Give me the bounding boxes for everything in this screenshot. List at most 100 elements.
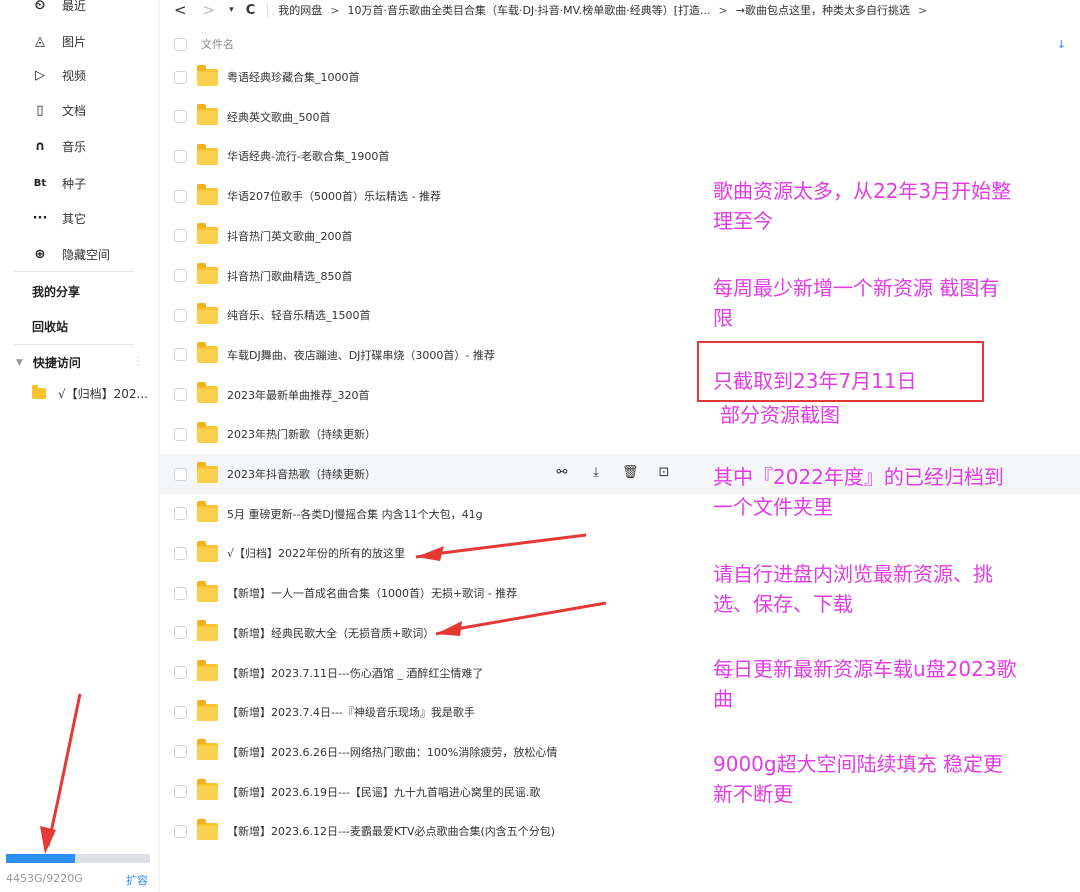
sidebar-divider <box>14 344 134 345</box>
sidebar-item-hidden-space[interactable]: ⊕ 隐藏空间 <box>0 236 160 272</box>
breadcrumb-separator: > <box>718 3 728 17</box>
folder-icon <box>197 461 218 483</box>
file-name[interactable]: 【新增】一人一首成名曲合集（1000首）无损+歌词 - 推荐 <box>227 585 517 601</box>
row-checkbox[interactable] <box>174 229 187 243</box>
file-row[interactable]: 粤语经典珍藏合集_1000首 <box>160 57 1080 97</box>
annotation-line: 每周最少新增一个新资源 截图有 限 <box>713 276 1000 330</box>
delete-icon[interactable]: 🗑 <box>622 465 639 481</box>
row-checkbox[interactable] <box>174 586 187 600</box>
sidebar-item-label: 其它 <box>62 211 87 226</box>
quick-access-menu-icon[interactable]: ⋮ <box>132 354 144 368</box>
file-name[interactable]: 粤语经典珍藏合集_1000首 <box>227 69 360 85</box>
file-row[interactable]: 华语经典-流行-老歌合集_1900首 <box>160 136 1080 176</box>
file-name[interactable]: 【新增】2023.7.11日---伤心酒馆 _ 酒醉红尘情难了 <box>227 665 483 681</box>
sidebar-divider <box>14 271 134 272</box>
row-checkbox[interactable] <box>174 70 187 84</box>
file-name[interactable]: 5月 重磅更新--各类DJ慢摇合集 内含11个大包，41g <box>227 506 483 522</box>
file-name[interactable]: 抖音热门歌曲精选_850首 <box>227 268 353 284</box>
breadcrumb-item-parent[interactable]: 10万首·音乐歌曲全类目合集（车载·DJ·抖音·MV.榜单歌曲·经典等）[打造.… <box>347 2 710 18</box>
folder-icon <box>197 620 218 642</box>
select-all-checkbox[interactable] <box>174 37 187 51</box>
row-checkbox[interactable] <box>174 546 187 560</box>
history-dropdown-icon[interactable]: ▾ <box>229 5 234 15</box>
file-name[interactable]: 华语经典-流行-老歌合集_1900首 <box>227 148 389 164</box>
file-name[interactable]: √【归档】2022年份的所有的放这里 <box>227 545 405 561</box>
quick-access-item-label: √【归档】202... <box>58 387 148 401</box>
sidebar-item-recycle-bin[interactable]: 回收站 <box>32 318 68 335</box>
row-checkbox[interactable] <box>174 388 187 402</box>
file-name[interactable]: 【新增】2023.6.26日---网络热门歌曲：100%消除疲劳，放松心情 <box>227 744 557 760</box>
file-list-header: 文件名 ↓ <box>160 31 1080 57</box>
sidebar-item-label: 隐藏空间 <box>62 247 111 262</box>
file-name[interactable]: 【新增】经典民歌大全（无损音质+歌词） <box>227 625 434 641</box>
row-checkbox[interactable] <box>174 467 187 481</box>
file-row[interactable]: 【新增】2023.6.12日---麦霸最爱KTV必点歌曲合集(内含五个分包) <box>160 811 1080 851</box>
expand-storage-link[interactable]: 扩容 <box>126 872 148 888</box>
sidebar-item-recent[interactable]: ⏲ 最近 <box>0 0 160 23</box>
folder-icon <box>197 779 218 801</box>
row-actions: ⚯ ⤓ 🗑 ⊡ <box>554 465 672 481</box>
sidebar-item-documents[interactable]: ▯ 文档 <box>0 92 160 128</box>
row-checkbox[interactable] <box>174 348 187 362</box>
file-name[interactable]: 2023年抖音热歌（持续更新） <box>227 466 376 482</box>
breadcrumb-item-root[interactable]: 我的网盘 <box>278 2 322 18</box>
forward-button[interactable]: > <box>203 1 216 19</box>
sort-icon[interactable]: ↓ <box>1057 38 1066 51</box>
row-checkbox[interactable] <box>174 626 187 640</box>
file-name[interactable]: 2023年热门新歌（持续更新） <box>227 426 376 442</box>
more-icon: ··· <box>32 210 48 226</box>
sidebar-item-other[interactable]: ··· 其它 <box>0 200 160 236</box>
row-checkbox[interactable] <box>174 427 187 441</box>
annotation-text: 9000g超大空间陆续填充 稳定更 新不断更 <box>713 749 1073 809</box>
nav-divider <box>267 3 269 17</box>
sidebar-item-music[interactable]: ∩ 音乐 <box>0 128 160 164</box>
folder-icon <box>197 104 218 126</box>
row-checkbox[interactable] <box>174 149 187 163</box>
file-name[interactable]: 【新增】2023.7.4日---『神级音乐现场』我是歌手 <box>227 704 475 720</box>
storage-usage-fill <box>6 854 76 863</box>
file-name[interactable]: 纯音乐、轻音乐精选_1500首 <box>227 307 371 323</box>
row-checkbox[interactable] <box>174 705 187 719</box>
folder-icon <box>197 501 218 523</box>
download-icon[interactable]: ⤓ <box>588 465 604 481</box>
file-name[interactable]: 经典英文歌曲_500首 <box>227 109 331 125</box>
row-checkbox[interactable] <box>174 507 187 521</box>
quick-access-header[interactable]: ▼ 快捷访问 <box>16 354 81 371</box>
row-checkbox[interactable] <box>174 308 187 322</box>
row-checkbox[interactable] <box>174 269 187 282</box>
row-checkbox[interactable] <box>174 824 187 838</box>
sidebar-item-torrents[interactable]: Bt 种子 <box>0 165 160 201</box>
more-actions-icon[interactable]: ⊡ <box>656 465 672 481</box>
folder-icon <box>197 183 218 205</box>
folder-icon <box>197 64 218 86</box>
refresh-button[interactable]: C <box>246 3 256 18</box>
storage-usage-bar <box>6 854 150 863</box>
file-name[interactable]: 车载DJ舞曲、夜店蹦迪、DJ打碟串烧（3000首）- 推荐 <box>227 347 495 363</box>
sidebar-item-label: 视频 <box>62 68 87 83</box>
row-checkbox[interactable] <box>174 745 187 759</box>
file-name[interactable]: 华语207位歌手（5000首）乐坛精选 - 推荐 <box>227 188 441 204</box>
column-header-filename[interactable]: 文件名 <box>201 36 234 52</box>
row-checkbox[interactable] <box>174 666 187 679</box>
back-button[interactable]: < <box>174 1 187 19</box>
sidebar-item-label: 文档 <box>62 103 87 118</box>
sidebar-item-images[interactable]: ◬ 图片 <box>0 23 160 59</box>
row-checkbox[interactable] <box>174 189 187 203</box>
file-row[interactable]: 经典英文歌曲_500首 <box>160 97 1080 137</box>
share-icon[interactable]: ⚯ <box>554 465 570 481</box>
annotation-text: 部分资源截图 <box>720 400 1000 430</box>
breadcrumb-item-current[interactable]: →歌曲包点这里，种类太多自行挑选 <box>736 2 910 18</box>
chevron-down-icon: ▼ <box>16 357 23 368</box>
folder-icon <box>197 660 218 681</box>
sidebar-item-videos[interactable]: ▷ 视频 <box>0 57 160 93</box>
file-name[interactable]: 【新增】2023.6.12日---麦霸最爱KTV必点歌曲合集(内含五个分包) <box>227 823 555 839</box>
file-name[interactable]: 2023年最新单曲推荐_320首 <box>227 387 370 403</box>
sidebar-item-my-share[interactable]: 我的分享 <box>32 283 80 300</box>
storage-usage-text: 4453G/9220G <box>6 872 83 885</box>
quick-access-item[interactable]: √【归档】202... <box>32 385 148 402</box>
file-name[interactable]: 抖音热门英文歌曲_200首 <box>227 228 353 244</box>
file-name[interactable]: 【新增】2023.6.19日---【民谣】九十九首唱进心窝里的民谣.歌 <box>227 784 540 800</box>
row-checkbox[interactable] <box>174 785 187 799</box>
row-checkbox[interactable] <box>174 110 187 124</box>
annotation-line: 部分资源截图 <box>720 403 840 427</box>
